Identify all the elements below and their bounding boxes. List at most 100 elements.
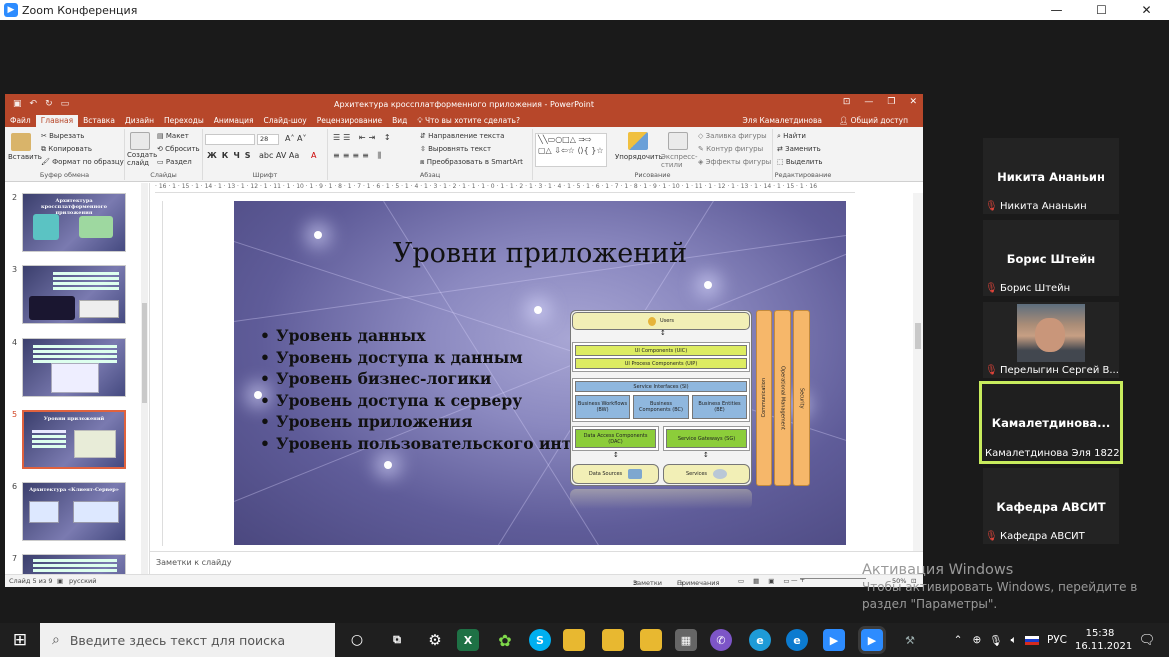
reset-button[interactable]: ⟲ Сбросить xyxy=(157,145,200,153)
spacing-icons[interactable]: abc AV Aa xyxy=(259,151,299,160)
scrollbar-thumb[interactable] xyxy=(142,303,147,403)
slide-thumbnail-selected[interactable]: Уровни приложений xyxy=(22,410,126,469)
zoom-active-icon[interactable]: ▶ xyxy=(861,629,883,651)
volume-icon[interactable]: 🔈︎ xyxy=(1011,634,1017,647)
maximize-button[interactable]: ☐ xyxy=(1079,0,1124,20)
tab-transitions[interactable]: Переходы xyxy=(159,115,209,127)
font-color-icon[interactable]: A xyxy=(311,151,316,160)
share-button[interactable]: 👤︎ Общий доступ xyxy=(834,115,913,127)
taskbar-search[interactable]: ⌕ Введите здесь текст для поиска xyxy=(40,623,335,657)
slide-thumbnail[interactable]: Архитектура кроссплатформенного приложен… xyxy=(22,193,126,252)
russian-flag-icon[interactable] xyxy=(1024,635,1039,645)
ppt-close-icon[interactable]: ✕ xyxy=(909,97,917,107)
align-icons[interactable]: ≡≡≡≡ ⫼ xyxy=(333,151,384,161)
paste-button[interactable]: Вставить xyxy=(8,153,42,161)
align-text-button[interactable]: ⇳ Выровнять текст xyxy=(420,145,491,153)
ppt-minimize-icon[interactable]: — xyxy=(864,97,873,107)
cut-button[interactable]: ✂ Вырезать xyxy=(41,132,84,140)
tray-chevron-icon[interactable]: ⌃ xyxy=(954,634,963,646)
section-button[interactable]: ▭ Раздел xyxy=(157,158,192,166)
quick-styles-button[interactable]: Экспресс-стили xyxy=(661,153,698,169)
ppt-restore-icon[interactable]: ❐ xyxy=(887,97,895,107)
arrange-button[interactable]: Упорядочить xyxy=(615,153,663,161)
bold-italic-underline-icons[interactable]: ЖКЧS xyxy=(207,151,256,160)
folder-icon[interactable] xyxy=(563,629,585,651)
participant-tile-video[interactable]: 🎙︎ Перелыгин Сергей В... xyxy=(983,302,1119,378)
excel-icon[interactable]: X xyxy=(457,629,479,651)
language-indicator[interactable]: русский xyxy=(69,577,97,585)
paste-icon[interactable] xyxy=(11,133,31,151)
font-size-field[interactable]: 28 xyxy=(257,134,279,145)
view-buttons[interactable]: ▭▦▣▭ xyxy=(738,577,799,585)
slide-thumbnail[interactable] xyxy=(22,338,126,397)
zoom-slider[interactable]: — + xyxy=(791,576,866,584)
text-direction-button[interactable]: ⇵ Направление текста xyxy=(420,132,504,140)
list-icons[interactable]: ☰☰ ⇤⇥ ↕ xyxy=(333,133,394,142)
cortana-icon[interactable]: ○ xyxy=(346,629,368,651)
shape-outline-button[interactable]: ✎ Контур фигуры xyxy=(698,145,763,153)
calculator-icon[interactable]: ▦ xyxy=(675,629,697,651)
settings-icon[interactable]: ⚙ xyxy=(424,629,446,651)
minimize-button[interactable]: — xyxy=(1034,0,1079,20)
viber-icon[interactable]: ✆ xyxy=(710,629,732,651)
slide-thumbnail[interactable]: Архитектура «Клиент-Сервер» xyxy=(22,482,126,541)
scrollbar-thumb[interactable] xyxy=(915,323,921,349)
edge-icon[interactable]: e xyxy=(749,629,771,651)
close-button[interactable]: ✕ xyxy=(1124,0,1169,20)
start-button[interactable]: ⊞ xyxy=(0,630,40,650)
layout-button[interactable]: ▤ Макет xyxy=(157,132,189,140)
folder-icon[interactable] xyxy=(640,629,662,651)
microphone-icon[interactable]: 🎙︎ xyxy=(989,634,1002,647)
format-painter-button[interactable]: 🖌︎ Формат по образцу xyxy=(41,158,124,166)
thumbnails-scrollbar[interactable] xyxy=(141,183,148,574)
task-view-icon[interactable]: ⧉ xyxy=(386,629,408,651)
quick-styles-icon[interactable] xyxy=(668,132,688,150)
tab-review[interactable]: Рецензирование xyxy=(312,115,387,127)
edge-dev-icon[interactable]: e xyxy=(786,629,808,651)
zoom-track[interactable] xyxy=(799,578,866,579)
language-indicator[interactable]: РУС xyxy=(1047,634,1067,646)
new-slide-button[interactable]: Создать слайд xyxy=(127,151,157,167)
notes-pane[interactable]: Заметки к слайду xyxy=(150,551,923,573)
network-icon[interactable]: ⊕ xyxy=(972,634,981,646)
smartart-button[interactable]: ⧈ Преобразовать в SmartArt xyxy=(420,158,523,167)
shape-fill-button[interactable]: ◇ Заливка фигуры xyxy=(698,132,767,140)
shapes-gallery[interactable]: ╲╲▭○□△ ⇒⇨ ▢△ ⇩⇦☆ ⟨⟩{ }☆ xyxy=(535,133,607,167)
notifications-icon[interactable]: 🗨︎ xyxy=(1125,633,1169,648)
skype-icon[interactable]: S xyxy=(529,629,551,651)
zoom-app-icon[interactable]: ▶ xyxy=(823,629,845,651)
app-icon[interactable]: ✿ xyxy=(494,629,516,651)
tab-design[interactable]: Дизайн xyxy=(120,115,159,127)
replace-button[interactable]: ⇄ Заменить xyxy=(777,145,821,153)
arrange-icon[interactable] xyxy=(628,132,648,150)
tools-icon[interactable]: ⚒ xyxy=(899,629,921,651)
slide-title[interactable]: Уровни приложений xyxy=(234,238,846,269)
tab-view[interactable]: Вид xyxy=(387,115,412,127)
tab-slideshow[interactable]: Слайд-шоу xyxy=(258,115,311,127)
tab-insert[interactable]: Вставка xyxy=(78,115,120,127)
find-button[interactable]: ⌕ Найти xyxy=(777,132,806,141)
slide-thumbnail[interactable] xyxy=(22,554,126,574)
ribbon-display-icon[interactable]: ⊡ xyxy=(843,97,851,107)
new-slide-icon[interactable] xyxy=(130,132,150,150)
grow-font-icon[interactable]: A˄ A˅ xyxy=(285,134,307,143)
tab-home[interactable]: Главная xyxy=(35,115,79,127)
participant-tile[interactable]: Борис Штейн 🎙︎ Борис Штейн xyxy=(983,220,1119,296)
tab-file[interactable]: Файл xyxy=(5,115,36,127)
tell-me-box[interactable]: 💡︎ Что вы хотите сделать? xyxy=(412,115,525,127)
font-name-field[interactable] xyxy=(205,134,255,145)
select-button[interactable]: ⬚ Выделить xyxy=(777,158,823,166)
copy-button[interactable]: ⧉ Копировать xyxy=(41,145,92,154)
editor-scrollbar[interactable] xyxy=(913,193,923,551)
slide-thumbnail[interactable] xyxy=(22,265,126,324)
clock[interactable]: 15:38 16.11.2021 xyxy=(1075,627,1132,653)
participant-tile[interactable]: Кафедра АВСИТ 🎙︎ Кафедра АВСИТ xyxy=(983,468,1119,544)
folder-icon[interactable] xyxy=(602,629,624,651)
tab-animation[interactable]: Анимация xyxy=(209,115,259,127)
participant-tile-active-speaker[interactable]: Камалетдинова... Камалетдинова Эля 1822 xyxy=(979,381,1123,464)
slide-canvas[interactable]: Уровни приложений Уровень данных Уровень… xyxy=(234,201,846,545)
spellcheck-icon[interactable]: ▣ xyxy=(57,577,63,585)
architecture-diagram[interactable]: Users ↕ UI Components (UIC) UI Process C… xyxy=(570,310,810,486)
participant-tile[interactable]: Никита Ананьин 🎙︎ Никита Ананьин xyxy=(983,138,1119,214)
shape-effects-button[interactable]: ◈ Эффекты фигуры xyxy=(698,158,771,166)
